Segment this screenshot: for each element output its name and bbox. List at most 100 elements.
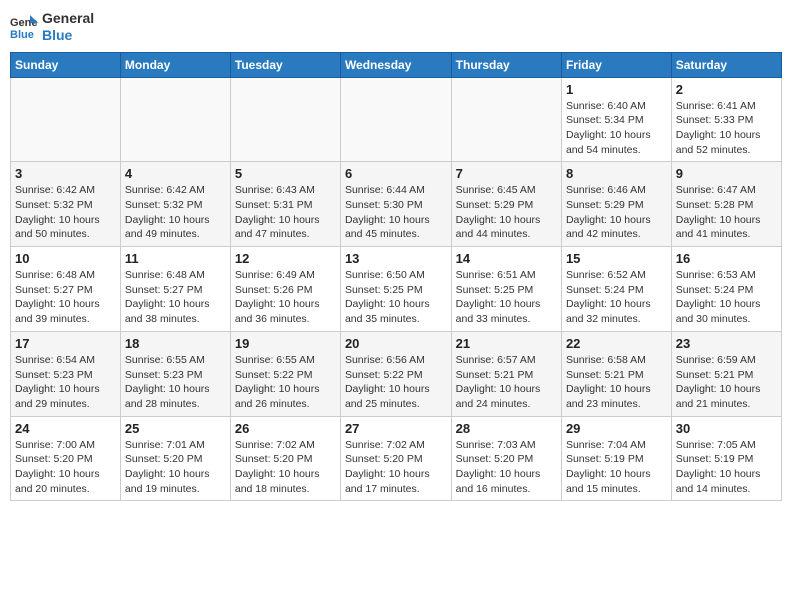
day-info: Sunrise: 6:56 AM Sunset: 5:22 PM Dayligh… xyxy=(345,353,447,412)
day-number: 7 xyxy=(456,166,557,181)
day-number: 22 xyxy=(566,336,667,351)
day-info: Sunrise: 6:42 AM Sunset: 5:32 PM Dayligh… xyxy=(15,183,116,242)
day-number: 18 xyxy=(125,336,226,351)
day-number: 5 xyxy=(235,166,336,181)
day-info: Sunrise: 7:02 AM Sunset: 5:20 PM Dayligh… xyxy=(235,438,336,497)
calendar-cell: 10Sunrise: 6:48 AM Sunset: 5:27 PM Dayli… xyxy=(11,247,121,332)
calendar-cell: 8 Sunrise: 6:46 AM Sunset: 5:29 PM Daylig… xyxy=(561,162,671,247)
calendar-cell: 13 Sunrise: 6:50 AM Sunset: 5:25 PM Dayli… xyxy=(340,247,451,332)
day-number: 21 xyxy=(456,336,557,351)
day-info: Sunrise: 6:50 AM Sunset: 5:25 PM Dayligh… xyxy=(345,268,447,327)
day-number: 11 xyxy=(125,251,226,266)
calendar-header: SundayMondayTuesdayWednesdayThursdayFrid… xyxy=(11,52,782,77)
calendar-cell: 24 Sunrise: 7:00 AM Sunset: 5:20 PM Dayli… xyxy=(11,416,121,501)
calendar-cell xyxy=(340,77,451,162)
day-info: Sunrise: 6:57 AM Sunset: 5:21 PM Dayligh… xyxy=(456,353,557,412)
calendar-week-1: 1 Sunrise: 6:40 AM Sunset: 5:34 PM Daylig… xyxy=(11,77,782,162)
day-info: Sunrise: 6:42 AM Sunset: 5:32 PM Dayligh… xyxy=(125,183,226,242)
day-info: Sunrise: 6:58 AM Sunset: 5:21 PM Dayligh… xyxy=(566,353,667,412)
logo-icon: General Blue xyxy=(10,13,38,41)
day-number: 29 xyxy=(566,421,667,436)
day-info: Sunrise: 6:41 AM Sunset: 5:33 PM Dayligh… xyxy=(676,99,777,158)
day-info: Sunrise: 7:02 AM Sunset: 5:20 PM Dayligh… xyxy=(345,438,447,497)
day-number: 1 xyxy=(566,82,667,97)
day-number: 27 xyxy=(345,421,447,436)
day-info: Sunrise: 6:49 AM Sunset: 5:26 PM Dayligh… xyxy=(235,268,336,327)
day-number: 26 xyxy=(235,421,336,436)
calendar-week-4: 17 Sunrise: 6:54 AM Sunset: 5:23 PM Dayli… xyxy=(11,331,782,416)
calendar-cell: 23 Sunrise: 6:59 AM Sunset: 5:21 PM Dayli… xyxy=(671,331,781,416)
calendar-cell: 18 Sunrise: 6:55 AM Sunset: 5:23 PM Dayli… xyxy=(120,331,230,416)
day-info: Sunrise: 6:55 AM Sunset: 5:23 PM Dayligh… xyxy=(125,353,226,412)
day-number: 4 xyxy=(125,166,226,181)
calendar-cell: 29 Sunrise: 7:04 AM Sunset: 5:19 PM Dayli… xyxy=(561,416,671,501)
day-info: Sunrise: 6:54 AM Sunset: 5:23 PM Dayligh… xyxy=(15,353,116,412)
day-number: 15 xyxy=(566,251,667,266)
day-info: Sunrise: 6:48 AM Sunset: 5:27 PM Dayligh… xyxy=(125,268,226,327)
calendar-cell: 19 Sunrise: 6:55 AM Sunset: 5:22 PM Dayli… xyxy=(230,331,340,416)
calendar-cell: 14Sunrise: 6:51 AM Sunset: 5:25 PM Dayli… xyxy=(451,247,561,332)
svg-text:Blue: Blue xyxy=(10,29,34,41)
weekday-header-monday: Monday xyxy=(120,52,230,77)
calendar-cell: 15 Sunrise: 6:52 AM Sunset: 5:24 PM Dayli… xyxy=(561,247,671,332)
day-number: 8 xyxy=(566,166,667,181)
calendar-cell: 17 Sunrise: 6:54 AM Sunset: 5:23 PM Dayli… xyxy=(11,331,121,416)
calendar-cell: 30Sunrise: 7:05 AM Sunset: 5:19 PM Dayli… xyxy=(671,416,781,501)
calendar-cell: 7 Sunrise: 6:45 AM Sunset: 5:29 PM Daylig… xyxy=(451,162,561,247)
day-info: Sunrise: 7:05 AM Sunset: 5:19 PM Dayligh… xyxy=(676,438,777,497)
logo: General Blue General Blue xyxy=(10,10,94,44)
day-number: 13 xyxy=(345,251,447,266)
day-number: 14 xyxy=(456,251,557,266)
day-info: Sunrise: 6:45 AM Sunset: 5:29 PM Dayligh… xyxy=(456,183,557,242)
calendar-cell: 6 Sunrise: 6:44 AM Sunset: 5:30 PM Daylig… xyxy=(340,162,451,247)
calendar-cell: 28 Sunrise: 7:03 AM Sunset: 5:20 PM Dayli… xyxy=(451,416,561,501)
weekday-header-friday: Friday xyxy=(561,52,671,77)
day-number: 20 xyxy=(345,336,447,351)
day-info: Sunrise: 6:53 AM Sunset: 5:24 PM Dayligh… xyxy=(676,268,777,327)
calendar-cell xyxy=(230,77,340,162)
day-info: Sunrise: 6:44 AM Sunset: 5:30 PM Dayligh… xyxy=(345,183,447,242)
day-number: 19 xyxy=(235,336,336,351)
page-header: General Blue General Blue xyxy=(10,10,782,44)
calendar-table: SundayMondayTuesdayWednesdayThursdayFrid… xyxy=(10,52,782,502)
weekday-header-saturday: Saturday xyxy=(671,52,781,77)
day-info: Sunrise: 7:04 AM Sunset: 5:19 PM Dayligh… xyxy=(566,438,667,497)
calendar-cell: 9Sunrise: 6:47 AM Sunset: 5:28 PM Daylig… xyxy=(671,162,781,247)
day-info: Sunrise: 6:55 AM Sunset: 5:22 PM Dayligh… xyxy=(235,353,336,412)
day-info: Sunrise: 7:01 AM Sunset: 5:20 PM Dayligh… xyxy=(125,438,226,497)
day-number: 24 xyxy=(15,421,116,436)
calendar-cell: 1 Sunrise: 6:40 AM Sunset: 5:34 PM Daylig… xyxy=(561,77,671,162)
calendar-cell: 4 Sunrise: 6:42 AM Sunset: 5:32 PM Daylig… xyxy=(120,162,230,247)
day-info: Sunrise: 6:46 AM Sunset: 5:29 PM Dayligh… xyxy=(566,183,667,242)
logo-text-general: General xyxy=(42,10,94,27)
day-info: Sunrise: 7:03 AM Sunset: 5:20 PM Dayligh… xyxy=(456,438,557,497)
calendar-cell: 27 Sunrise: 7:02 AM Sunset: 5:20 PM Dayli… xyxy=(340,416,451,501)
weekday-header-sunday: Sunday xyxy=(11,52,121,77)
calendar-cell: 21 Sunrise: 6:57 AM Sunset: 5:21 PM Dayli… xyxy=(451,331,561,416)
day-number: 17 xyxy=(15,336,116,351)
weekday-header-thursday: Thursday xyxy=(451,52,561,77)
calendar-cell: 20 Sunrise: 6:56 AM Sunset: 5:22 PM Dayli… xyxy=(340,331,451,416)
calendar-cell xyxy=(120,77,230,162)
day-info: Sunrise: 6:52 AM Sunset: 5:24 PM Dayligh… xyxy=(566,268,667,327)
calendar-cell xyxy=(11,77,121,162)
calendar-week-3: 10Sunrise: 6:48 AM Sunset: 5:27 PM Dayli… xyxy=(11,247,782,332)
day-number: 3 xyxy=(15,166,116,181)
weekday-header-tuesday: Tuesday xyxy=(230,52,340,77)
calendar-cell: 3 Sunrise: 6:42 AM Sunset: 5:32 PM Daylig… xyxy=(11,162,121,247)
day-number: 28 xyxy=(456,421,557,436)
calendar-cell: 22 Sunrise: 6:58 AM Sunset: 5:21 PM Dayli… xyxy=(561,331,671,416)
day-info: Sunrise: 7:00 AM Sunset: 5:20 PM Dayligh… xyxy=(15,438,116,497)
calendar-week-2: 3 Sunrise: 6:42 AM Sunset: 5:32 PM Daylig… xyxy=(11,162,782,247)
day-info: Sunrise: 6:47 AM Sunset: 5:28 PM Dayligh… xyxy=(676,183,777,242)
calendar-cell xyxy=(451,77,561,162)
day-number: 25 xyxy=(125,421,226,436)
day-number: 2 xyxy=(676,82,777,97)
calendar-cell: 2 Sunrise: 6:41 AM Sunset: 5:33 PM Daylig… xyxy=(671,77,781,162)
day-info: Sunrise: 6:43 AM Sunset: 5:31 PM Dayligh… xyxy=(235,183,336,242)
calendar-cell: 11 Sunrise: 6:48 AM Sunset: 5:27 PM Dayli… xyxy=(120,247,230,332)
day-info: Sunrise: 6:59 AM Sunset: 5:21 PM Dayligh… xyxy=(676,353,777,412)
day-info: Sunrise: 6:40 AM Sunset: 5:34 PM Dayligh… xyxy=(566,99,667,158)
day-number: 6 xyxy=(345,166,447,181)
day-number: 23 xyxy=(676,336,777,351)
